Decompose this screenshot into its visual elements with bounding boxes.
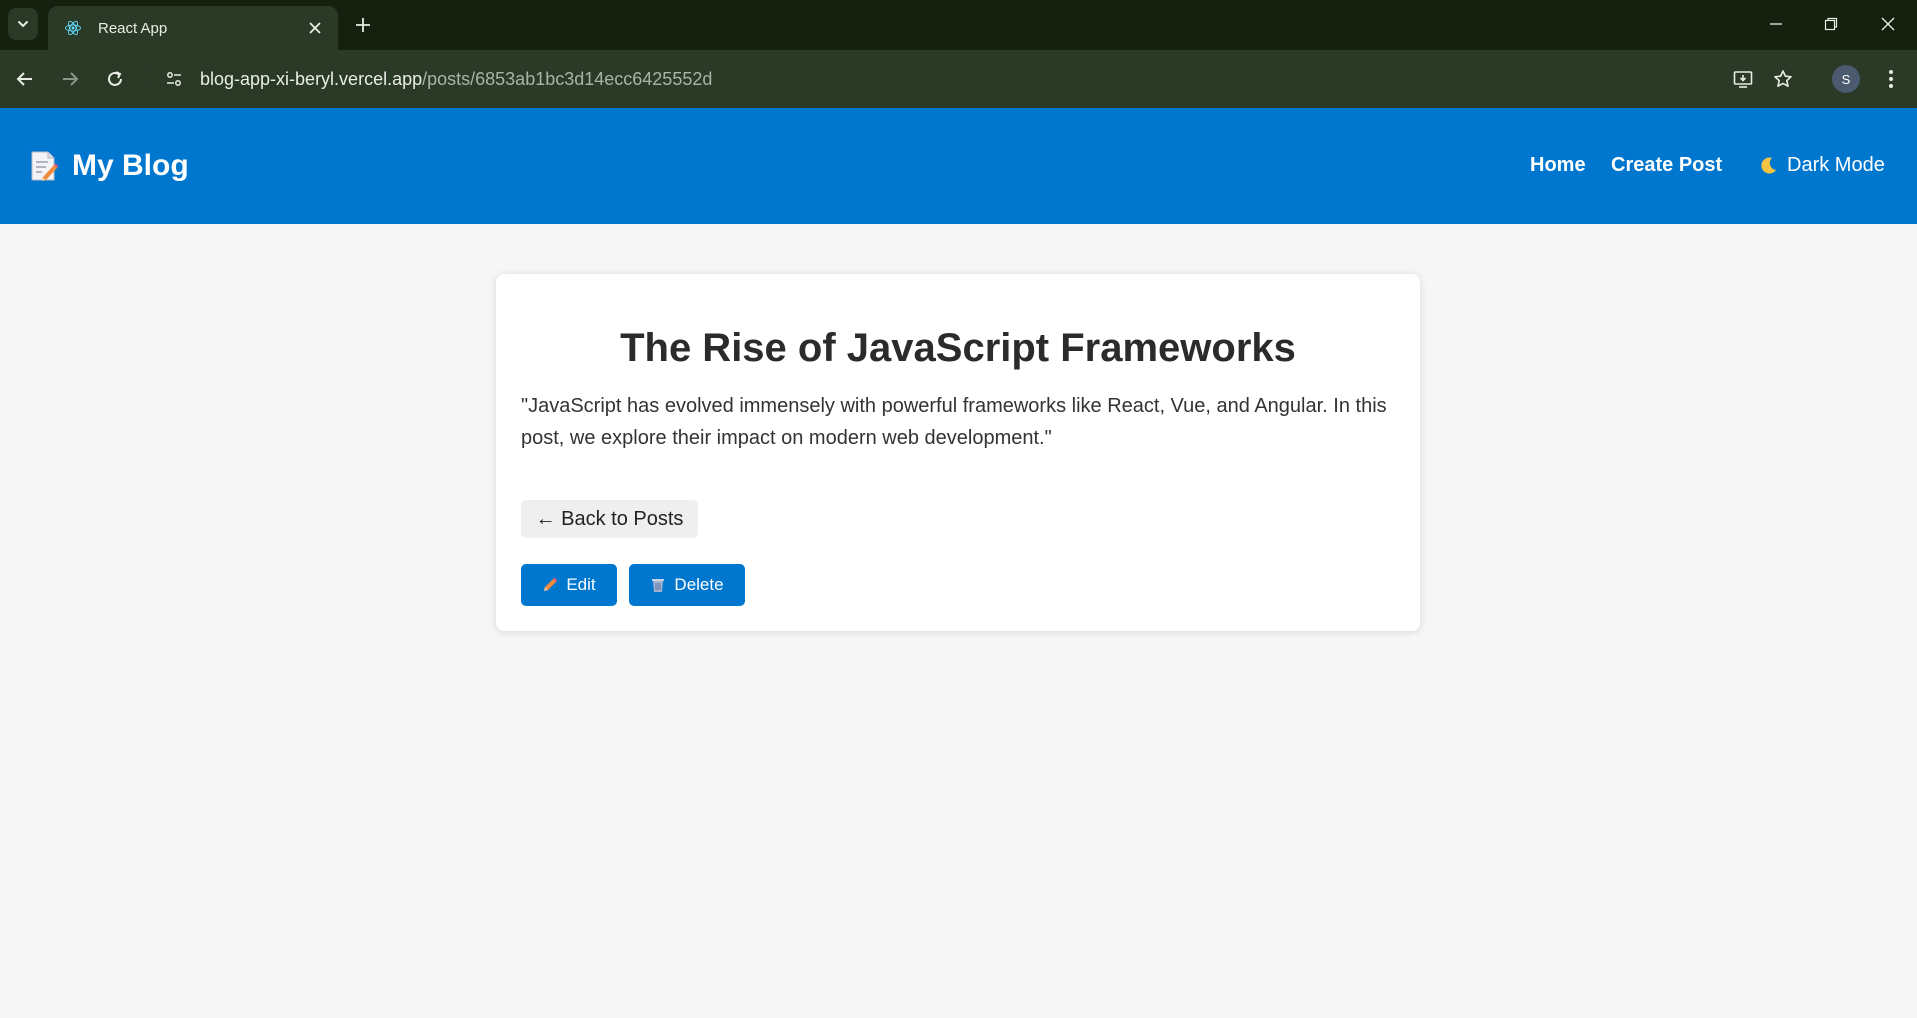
arrow-left-icon (16, 72, 32, 86)
back-nav-button[interactable] (8, 62, 42, 96)
close-tab-icon[interactable] (304, 17, 326, 39)
nav-link-create-post[interactable]: Create Post (1611, 154, 1722, 177)
react-logo-icon (62, 17, 84, 39)
minimize-window-button[interactable] (1753, 6, 1799, 42)
dark-mode-label: Dark Mode (1787, 154, 1885, 176)
browser-tab-active[interactable]: React App (48, 6, 338, 50)
new-tab-button[interactable] (348, 10, 378, 40)
install-app-icon (1733, 71, 1753, 88)
browser-toolbar: blog-app-xi-beryl.vercel.app/posts/6853a… (0, 50, 1917, 108)
restore-window-button[interactable] (1808, 6, 1854, 42)
plus-icon (356, 18, 370, 32)
kebab-menu-icon (1889, 70, 1893, 88)
delete-button[interactable]: Delete (629, 564, 745, 606)
minimize-icon (1770, 23, 1782, 25)
url-text: blog-app-xi-beryl.vercel.app/posts/6853a… (200, 69, 712, 90)
crescent-moon-icon (1758, 156, 1778, 176)
reload-button[interactable] (98, 62, 132, 96)
edit-button-label: Edit (566, 575, 596, 594)
browser-tab-strip: React App (0, 0, 1917, 50)
brand-link[interactable]: My Blog (30, 149, 189, 183)
chevron-down-icon (18, 21, 28, 28)
url-host: blog-app-xi-beryl.vercel.app (200, 68, 423, 89)
back-to-posts-button[interactable]: ← Back to Posts (521, 500, 698, 538)
site-info-icon[interactable] (154, 62, 194, 96)
tab-title: React App (98, 19, 168, 37)
url-path: /posts/6853ab1bc3d14ecc6425552d (422, 68, 713, 89)
edit-button[interactable]: Edit (521, 564, 617, 606)
memo-icon (30, 150, 59, 182)
nav-link-home[interactable]: Home (1530, 154, 1586, 177)
brand-title: My Blog (72, 149, 189, 182)
arrow-right-icon (63, 72, 79, 86)
post-body: "JavaScript has evolved immensely with p… (521, 395, 1387, 449)
post-title: The Rise of JavaScript Frameworks (620, 326, 1296, 370)
address-bar[interactable]: blog-app-xi-beryl.vercel.app/posts/6853a… (148, 58, 1730, 100)
profile-avatar[interactable]: S (1832, 65, 1860, 93)
dark-mode-toggle[interactable]: Dark Mode (1758, 154, 1885, 177)
delete-button-label: Delete (674, 575, 724, 594)
post-card: The Rise of JavaScript Frameworks "JavaS… (496, 274, 1420, 631)
reload-icon (108, 71, 122, 86)
restore-icon (1824, 17, 1838, 31)
forward-nav-button[interactable] (53, 62, 87, 96)
install-app-button[interactable] (1726, 62, 1760, 96)
close-window-button[interactable] (1865, 6, 1911, 42)
close-icon (1881, 17, 1895, 31)
site-header: My Blog Home Create Post Dark Mode (0, 108, 1917, 224)
bookmark-button[interactable] (1766, 62, 1800, 96)
star-icon (1774, 70, 1792, 87)
wastebasket-icon (650, 577, 666, 593)
tab-search-button[interactable] (8, 8, 38, 40)
browser-menu-button[interactable] (1874, 62, 1908, 96)
pencil-icon (542, 577, 558, 593)
